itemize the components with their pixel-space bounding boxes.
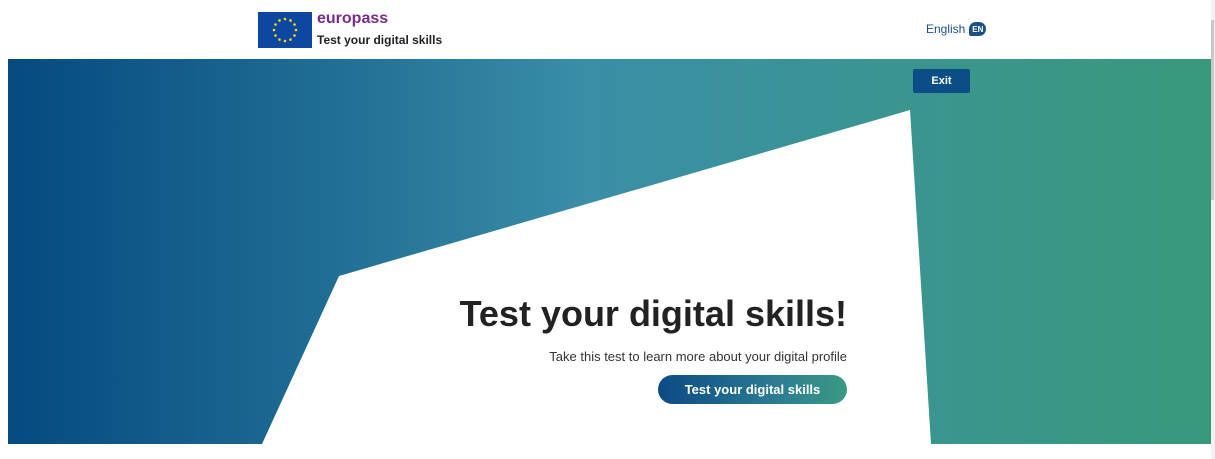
hero-title: Test your digital skills! [459,293,847,334]
hero-subtitle: Take this test to learn more about your … [549,349,847,364]
hero-white-shape [262,110,931,444]
eu-flag-icon[interactable] [258,12,312,48]
start-test-button[interactable]: Test your digital skills [658,375,847,404]
brand-name[interactable]: europass [317,10,388,28]
exit-button[interactable]: Exit [913,69,970,93]
language-label: English [926,22,966,36]
scrollbar-thumb[interactable] [1211,20,1214,200]
hero-banner [8,59,1212,444]
page: europass Test your digital skills Englis… [0,0,1215,459]
language-selector[interactable]: English EN [926,22,987,36]
site-header: europass Test your digital skills Englis… [0,0,1215,59]
language-bubble-icon: EN [969,22,987,36]
brand-subtitle: Test your digital skills [317,33,443,47]
